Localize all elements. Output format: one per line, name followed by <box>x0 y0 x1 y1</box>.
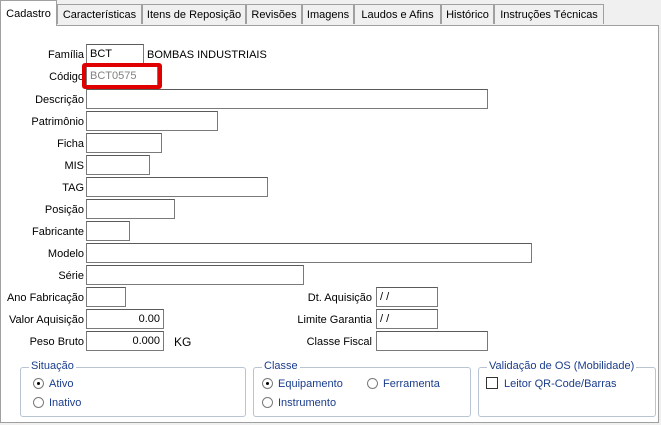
classe-ferramenta-label: Ferramenta <box>383 378 440 390</box>
tab-bar: Cadastro Características Itens de Reposi… <box>0 0 661 26</box>
situacao-ativo-radio[interactable]: Ativo <box>33 377 73 391</box>
patrimonio-field[interactable] <box>86 111 218 131</box>
leitor-qrcode-checkbox[interactable]: Leitor QR-Code/Barras <box>486 377 617 391</box>
familia-label: Família <box>47 49 84 61</box>
posicao-label: Posição <box>44 204 84 216</box>
validacao-group: Validação de OS (Mobilidade) <box>478 360 656 417</box>
posicao-field[interactable] <box>86 199 175 219</box>
radio-icon <box>367 378 378 389</box>
tag-label: TAG <box>62 182 84 194</box>
tab-cadastro[interactable]: Cadastro <box>0 0 57 26</box>
tag-field[interactable] <box>86 177 268 197</box>
tab-instrucoes-tecnicas[interactable]: Instruções Técnicas <box>494 4 604 24</box>
radio-selected-icon <box>262 378 273 389</box>
classe-equipamento-label: Equipamento <box>278 378 343 390</box>
tab-itens-de-reposicao[interactable]: Itens de Reposição <box>142 4 246 24</box>
mis-label: MIS <box>64 160 84 172</box>
descricao-field[interactable] <box>86 89 488 109</box>
fabricante-label: Fabricante <box>32 226 84 238</box>
modelo-label: Modelo <box>47 248 84 260</box>
radio-selected-icon <box>33 378 44 389</box>
tab-historico[interactable]: Histórico <box>441 4 494 24</box>
dt-aquisicao-label: Dt. Aquisição <box>307 292 372 304</box>
ano-fabricacao-field[interactable] <box>86 287 126 307</box>
classe-fiscal-label: Classe Fiscal <box>306 336 372 348</box>
classe-instrumento-label: Instrumento <box>278 397 337 409</box>
familia-description: BOMBAS INDUSTRIAIS <box>147 49 267 61</box>
classe-equipamento-radio[interactable]: Equipamento <box>262 377 343 391</box>
valor-aquisicao-field[interactable]: 0.00 <box>86 309 164 329</box>
tab-laudos-e-afins[interactable]: Laudos e Afins <box>354 4 441 24</box>
situacao-inativo-label: Inativo <box>49 397 82 409</box>
classe-title: Classe <box>262 360 300 372</box>
modelo-field[interactable] <box>86 243 532 263</box>
codigo-label: Código <box>49 71 84 83</box>
ficha-field[interactable] <box>86 133 162 153</box>
peso-bruto-unit: KG <box>174 335 192 349</box>
situacao-inativo-radio[interactable]: Inativo <box>33 396 81 410</box>
classe-instrumento-radio[interactable]: Instrumento <box>262 396 336 410</box>
peso-bruto-label: Peso Bruto <box>29 336 84 348</box>
patrimonio-label: Patrimônio <box>31 116 84 128</box>
situacao-ativo-label: Ativo <box>49 378 74 390</box>
checkbox-icon <box>486 377 498 389</box>
valor-aquisicao-label: Valor Aquisição <box>8 314 84 326</box>
tab-revisoes[interactable]: Revisões <box>246 4 302 24</box>
serie-field[interactable] <box>86 265 304 285</box>
peso-bruto-field[interactable]: 0.000 <box>86 331 164 351</box>
situacao-title: Situação <box>29 360 76 372</box>
codigo-field[interactable]: BCT0575 <box>86 66 158 86</box>
descricao-label: Descrição <box>35 94 84 106</box>
ficha-label: Ficha <box>57 138 84 150</box>
limite-garantia-label: Limite Garantia <box>297 314 372 326</box>
dt-aquisicao-field[interactable]: / / <box>376 287 438 307</box>
radio-icon <box>262 397 273 408</box>
limite-garantia-field[interactable]: / / <box>376 309 438 329</box>
leitor-qrcode-label: Leitor QR-Code/Barras <box>504 378 617 390</box>
radio-icon <box>33 397 44 408</box>
familia-code-field[interactable]: BCT <box>86 44 144 64</box>
classe-fiscal-field[interactable] <box>376 331 488 351</box>
serie-label: Série <box>58 270 84 282</box>
classe-ferramenta-radio[interactable]: Ferramenta <box>367 377 440 391</box>
tab-imagens[interactable]: Imagens <box>302 4 354 24</box>
validacao-title: Validação de OS (Mobilidade) <box>487 360 637 372</box>
mis-field[interactable] <box>86 155 150 175</box>
ano-fabricacao-label: Ano Fabricação <box>6 292 84 304</box>
tab-caracteristicas[interactable]: Características <box>57 4 142 24</box>
fabricante-field[interactable] <box>86 221 130 241</box>
